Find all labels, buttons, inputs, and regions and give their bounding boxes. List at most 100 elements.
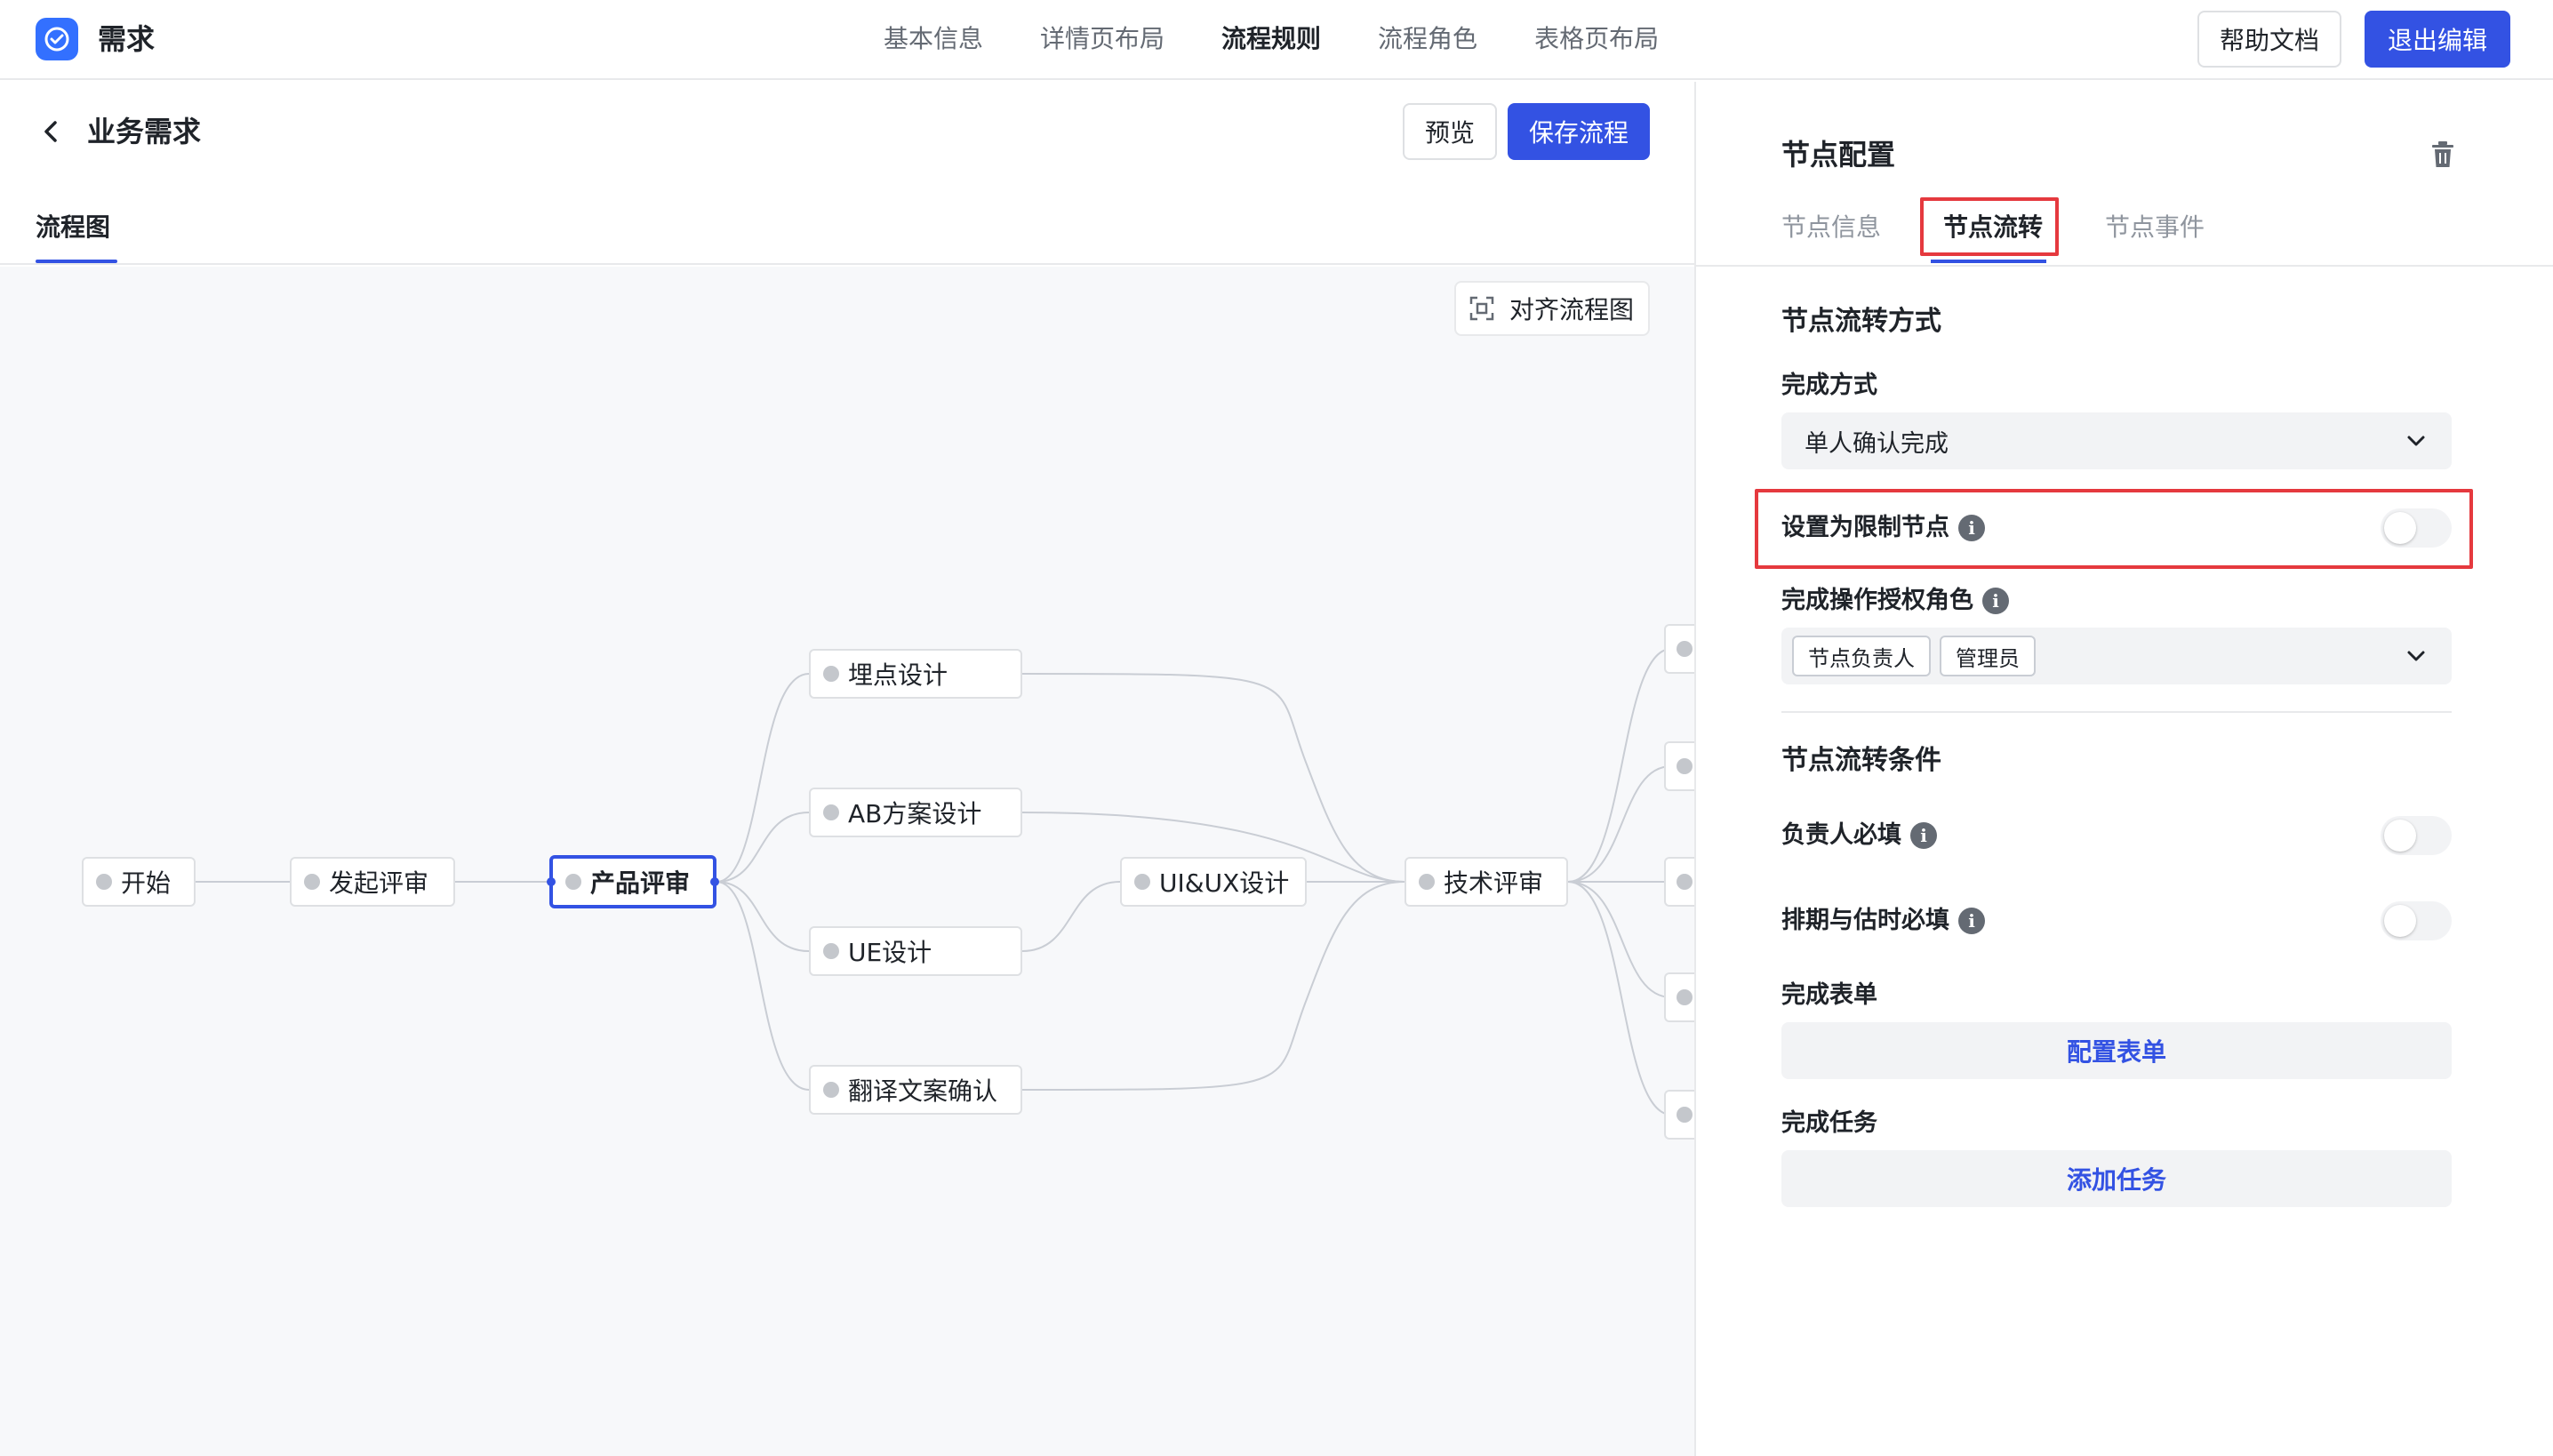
section-divider [1781, 711, 2452, 713]
flow-node-ab-design[interactable]: AB方案设计 [809, 788, 1022, 837]
node-status-dot [1677, 1107, 1693, 1123]
info-icon[interactable]: i [1910, 822, 1937, 849]
node-status-dot [823, 943, 839, 959]
node-label: 发起评审 [329, 868, 429, 898]
help-docs-button[interactable]: 帮助文档 [2197, 11, 2341, 68]
completion-form-label-text: 完成表单 [1781, 981, 1877, 1009]
tab-node-flow-underline [1931, 260, 2046, 263]
tab-node-info[interactable]: 节点信息 [1781, 206, 1881, 249]
app-title: 需求 [98, 22, 156, 56]
node-status-dot [1677, 989, 1693, 1005]
node-status-dot [823, 666, 839, 682]
info-icon[interactable]: i [1958, 515, 1985, 541]
owner-required-label: 负责人必填 i [1781, 818, 1937, 853]
nav-tab-table-layout[interactable]: 表格页布局 [1534, 18, 1659, 60]
toggle-knob [2384, 820, 2416, 852]
flow-node-offscreen[interactable] [1664, 624, 1694, 674]
flow-node-ui-ux-design[interactable]: UI&UX设计 [1120, 857, 1307, 907]
info-icon[interactable]: i [1958, 908, 1985, 934]
completion-task-label: 完成任务 [1781, 1106, 1877, 1141]
page-title: 业务需求 [87, 115, 202, 148]
node-label: UE设计 [848, 938, 932, 967]
completion-task-label-text: 完成任务 [1781, 1109, 1877, 1137]
back-arrow-icon[interactable] [36, 116, 68, 148]
nav-tab-flow-roles[interactable]: 流程角色 [1378, 18, 1477, 60]
flow-node-offscreen[interactable] [1664, 972, 1694, 1022]
completion-method-value: 单人确认完成 [1805, 429, 1949, 458]
trash-icon[interactable] [2425, 137, 2461, 172]
schedule-required-label: 排期与估时必填 i [1781, 903, 1985, 939]
toggle-knob [2384, 512, 2416, 544]
chevron-down-icon [2407, 651, 2425, 661]
node-label: 埋点设计 [848, 660, 948, 690]
completion-method-select[interactable]: 单人确认完成 [1781, 412, 2452, 469]
node-label: 产品评审 [590, 868, 691, 898]
flow-node-offscreen[interactable] [1664, 857, 1694, 907]
flow-node-tech-review[interactable]: 技术评审 [1405, 857, 1568, 907]
toggle-knob [2384, 905, 2416, 937]
schedule-required-toggle[interactable] [2381, 901, 2452, 940]
align-flowchart-button[interactable]: 对齐流程图 [1454, 281, 1650, 336]
node-status-dot [823, 804, 839, 820]
node-status-dot [565, 874, 581, 890]
node-label: AB方案设计 [848, 799, 982, 828]
restrict-node-label-text: 设置为限制节点 [1781, 514, 1949, 541]
completion-method-label-text: 完成方式 [1781, 372, 1877, 399]
panel-title: 节点配置 [1781, 138, 1896, 172]
restrict-node-label: 设置为限制节点 i [1781, 510, 1985, 546]
completion-form-label: 完成表单 [1781, 978, 1877, 1013]
node-label: 开始 [121, 868, 172, 898]
node-status-dot [304, 874, 320, 890]
node-config-panel: 节点配置 节点信息 节点流转 节点事件 节点流转方式 完成方式 单人确认完成 设… [1694, 82, 2553, 1456]
chevron-down-icon [2407, 436, 2425, 446]
owner-required-toggle[interactable] [2381, 816, 2452, 855]
preview-button[interactable]: 预览 [1403, 103, 1497, 160]
node-label: 技术评审 [1444, 868, 1544, 898]
focus-frame-icon [1469, 296, 1494, 321]
align-flowchart-label: 对齐流程图 [1509, 295, 1635, 324]
flow-node-initiate-review[interactable]: 发起评审 [290, 857, 455, 907]
save-flow-button[interactable]: 保存流程 [1508, 103, 1650, 160]
nav-tabs: 基本信息 详情页布局 流程规则 流程角色 表格页布局 [884, 18, 1659, 60]
node-status-dot [96, 874, 112, 890]
node-input-port[interactable] [547, 877, 556, 886]
role-tag-node-owner[interactable]: 节点负责人 [1792, 636, 1931, 676]
add-task-button[interactable]: 添加任务 [1781, 1150, 2452, 1207]
node-status-dot [823, 1082, 839, 1098]
roles-label-text: 完成操作授权角色 [1781, 587, 1973, 614]
nav-tab-flow-rules[interactable]: 流程规则 [1221, 18, 1321, 60]
flow-node-translation-confirm[interactable]: 翻译文案确认 [809, 1065, 1022, 1115]
completion-method-label: 完成方式 [1781, 368, 1877, 404]
role-tag-admin[interactable]: 管理员 [1940, 636, 2036, 676]
flow-conditions-section-title: 节点流转条件 [1781, 745, 1941, 776]
flow-node-ue-design[interactable]: UE设计 [809, 926, 1022, 976]
roles-select[interactable]: 节点负责人 管理员 [1781, 628, 2452, 684]
node-status-dot [1134, 874, 1150, 890]
roles-label: 完成操作授权角色 i [1781, 583, 2009, 619]
configure-form-button[interactable]: 配置表单 [1781, 1022, 2452, 1079]
panel-tabs-divider [1696, 265, 2553, 267]
node-status-dot [1677, 874, 1693, 890]
check-circle-icon[interactable] [36, 18, 78, 60]
flow-node-product-review[interactable]: 产品评审 [547, 855, 719, 908]
tab-flowchart[interactable]: 流程图 [36, 206, 110, 249]
tab-node-events[interactable]: 节点事件 [2105, 206, 2205, 249]
tab-flowchart-underline [36, 260, 117, 263]
flow-node-offscreen[interactable] [1664, 1090, 1694, 1140]
nav-tab-detail-layout[interactable]: 详情页布局 [1040, 18, 1164, 60]
nav-tab-basic-info[interactable]: 基本信息 [884, 18, 983, 60]
schedule-required-label-text: 排期与估时必填 [1781, 907, 1949, 934]
flow-method-section-title: 节点流转方式 [1781, 306, 1941, 337]
node-label: UI&UX设计 [1159, 868, 1290, 898]
node-status-dot [1677, 641, 1693, 657]
flow-node-start[interactable]: 开始 [82, 857, 196, 907]
flow-node-offscreen[interactable] [1664, 741, 1694, 791]
node-output-port[interactable] [710, 877, 719, 886]
restrict-node-toggle[interactable] [2381, 508, 2452, 548]
exit-edit-button[interactable]: 退出编辑 [2365, 11, 2510, 68]
owner-required-label-text: 负责人必填 [1781, 821, 1901, 849]
tab-highlight-box [1920, 197, 2059, 256]
flowchart-canvas[interactable]: 对齐流程图 开始 发起评审 产品评审 埋点设计 AB方案设计 UE设计 翻译文案… [0, 267, 1694, 1456]
flow-node-tracking-design[interactable]: 埋点设计 [809, 649, 1022, 699]
info-icon[interactable]: i [1982, 588, 2009, 614]
